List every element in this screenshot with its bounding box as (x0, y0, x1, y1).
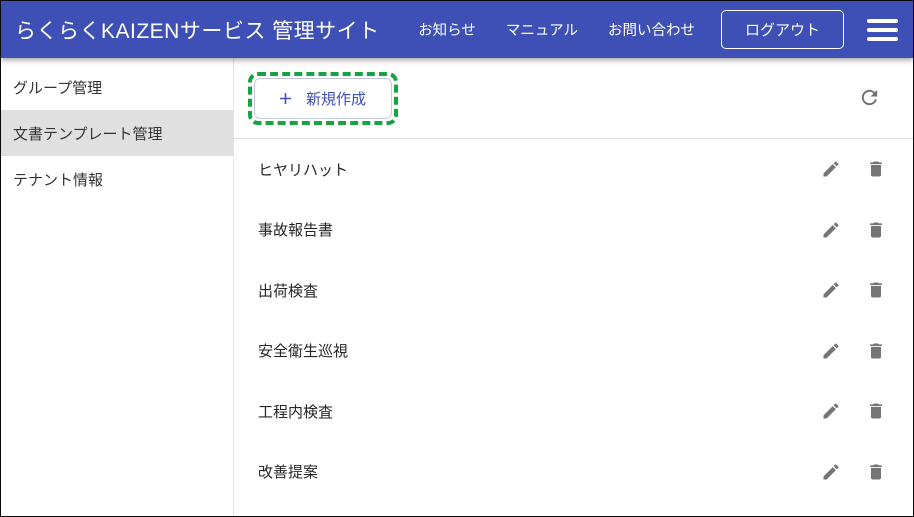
refresh-button[interactable] (854, 82, 885, 113)
template-name: 事故報告書 (258, 222, 334, 240)
hamburger-icon (867, 18, 898, 23)
create-new-button[interactable]: 新規作成 (254, 77, 393, 119)
delete-button[interactable] (863, 277, 889, 303)
template-row: 工程内検査 (234, 381, 913, 442)
delete-button[interactable] (863, 459, 889, 485)
trash-icon (870, 343, 882, 359)
nav-link-manual[interactable]: マニュアル (506, 19, 578, 40)
admin-site-window: らくらくKAIZENサービス 管理サイト お知らせ マニュアル お問い合わせ ロ… (0, 0, 914, 517)
template-row: 事故報告書 (234, 200, 913, 261)
delete-button[interactable] (863, 398, 889, 424)
plus-icon (279, 92, 292, 104)
refresh-icon (861, 89, 878, 106)
edit-button[interactable] (818, 338, 844, 364)
template-row: 出荷検査 (234, 260, 913, 321)
trash-icon (870, 464, 882, 480)
template-name: 出荷検査 (258, 282, 319, 300)
edit-button[interactable] (818, 398, 844, 424)
body: グループ管理 文書テンプレート管理 テナント情報 新規作成 ヒヤリハット 事故報… (1, 58, 913, 516)
delete-button[interactable] (863, 156, 889, 182)
app-bar: らくらくKAIZENサービス 管理サイト お知らせ マニュアル お問い合わせ ロ… (1, 1, 913, 58)
app-bar-nav: お知らせ マニュアル お問い合わせ ログアウト (388, 10, 900, 49)
trash-icon (870, 282, 882, 298)
green-dashed-annotation: 新規作成 (248, 71, 399, 125)
sidebar-item-tenant-info[interactable]: テナント情報 (1, 156, 233, 202)
template-name: ヒヤリハット (258, 161, 349, 179)
delete-button[interactable] (863, 338, 889, 364)
toolbar: 新規作成 (234, 58, 913, 139)
template-name: 改善提案 (258, 464, 319, 482)
pencil-icon (823, 161, 839, 177)
template-name: 安全衛生巡視 (258, 343, 349, 361)
create-new-label: 新規作成 (306, 90, 367, 108)
nav-link-news[interactable]: お知らせ (418, 19, 476, 40)
app-title: らくらくKAIZENサービス 管理サイト (15, 19, 380, 43)
edit-button[interactable] (818, 217, 844, 243)
nav-link-contact[interactable]: お問い合わせ (608, 19, 695, 40)
pencil-icon (823, 403, 839, 419)
edit-button[interactable] (818, 156, 844, 182)
menu-button[interactable] (865, 15, 900, 45)
pencil-icon (823, 282, 839, 298)
trash-icon (870, 222, 882, 238)
sidebar-item-group-management[interactable]: グループ管理 (1, 64, 233, 110)
logout-button[interactable]: ログアウト (720, 10, 844, 49)
sidebar-item-document-template-management[interactable]: 文書テンプレート管理 (1, 110, 233, 156)
template-row: 安全衛生巡視 (234, 321, 913, 382)
edit-button[interactable] (818, 459, 844, 485)
pencil-icon (823, 464, 839, 480)
trash-icon (870, 403, 882, 419)
main-content: 新規作成 ヒヤリハット 事故報告書 出荷検査 安全衛生巡視 工程内検査 改善提案 (234, 58, 913, 516)
delete-button[interactable] (863, 217, 889, 243)
pencil-icon (823, 343, 839, 359)
trash-icon (870, 161, 882, 177)
template-list: ヒヤリハット 事故報告書 出荷検査 安全衛生巡視 工程内検査 改善提案 (234, 139, 913, 516)
template-row: ヒヤリハット (234, 139, 913, 200)
edit-button[interactable] (818, 277, 844, 303)
template-row: 改善提案 (234, 442, 913, 503)
sidebar: グループ管理 文書テンプレート管理 テナント情報 (1, 58, 234, 516)
template-name: 工程内検査 (258, 403, 334, 421)
pencil-icon (823, 222, 839, 238)
